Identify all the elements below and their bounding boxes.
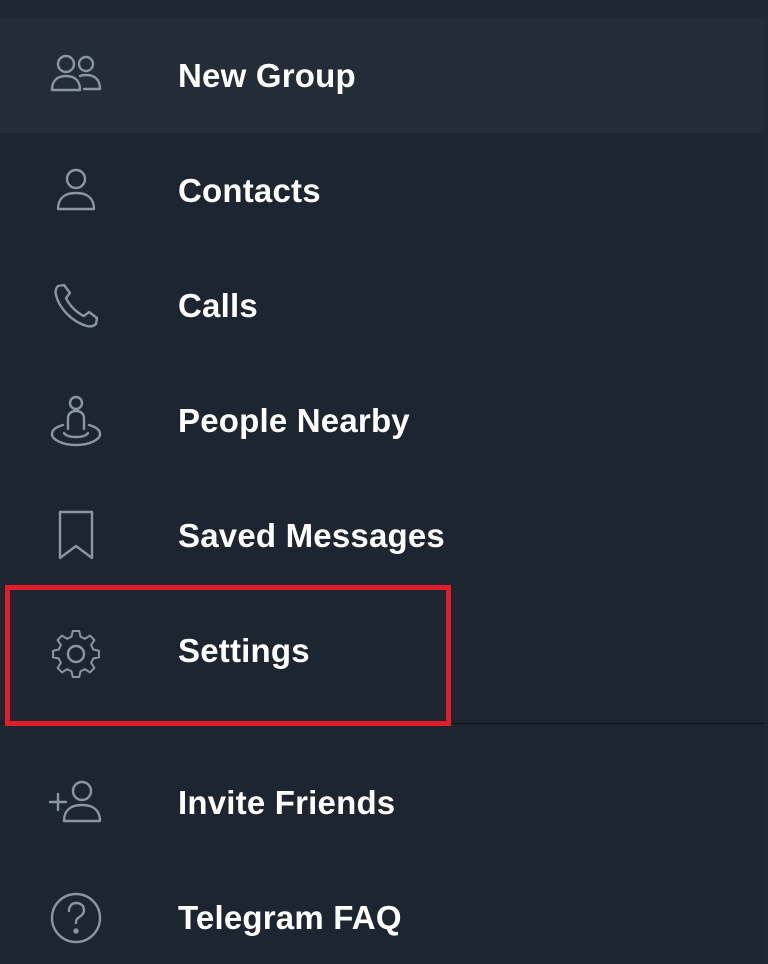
menu-divider <box>0 723 764 724</box>
gear-icon <box>44 619 108 683</box>
add-person-icon <box>44 771 108 835</box>
menu-item-contacts[interactable]: Contacts <box>0 133 764 248</box>
drawer-menu-secondary: Invite Friends Telegram FAQ <box>0 745 764 964</box>
drawer-menu-screen: New Group Contacts Calls People Nearby S… <box>0 0 768 964</box>
group-icon <box>44 44 108 108</box>
menu-item-settings[interactable]: Settings <box>0 593 764 708</box>
bookmark-icon <box>44 504 108 568</box>
menu-item-label: Contacts <box>178 171 321 209</box>
menu-item-label: Telegram FAQ <box>178 898 402 936</box>
top-strip <box>0 0 764 18</box>
menu-item-label: Saved Messages <box>178 516 445 554</box>
menu-item-label: Settings <box>178 631 310 669</box>
menu-item-invite-friends[interactable]: Invite Friends <box>0 745 764 860</box>
menu-item-telegram-faq[interactable]: Telegram FAQ <box>0 860 764 964</box>
menu-item-label: Calls <box>178 286 258 324</box>
menu-item-new-group[interactable]: New Group <box>0 18 764 133</box>
drawer-menu: New Group Contacts Calls People Nearby S… <box>0 18 764 708</box>
menu-item-label: Invite Friends <box>178 783 396 821</box>
menu-item-calls[interactable]: Calls <box>0 248 764 363</box>
phone-icon <box>44 274 108 338</box>
question-icon <box>44 886 108 950</box>
menu-item-saved-messages[interactable]: Saved Messages <box>0 478 764 593</box>
menu-item-label: People Nearby <box>178 401 410 439</box>
menu-item-people-nearby[interactable]: People Nearby <box>0 363 764 478</box>
menu-item-label: New Group <box>178 56 356 94</box>
chat-list-edge <box>764 0 768 964</box>
people-nearby-icon <box>44 389 108 453</box>
contact-icon <box>44 159 108 223</box>
